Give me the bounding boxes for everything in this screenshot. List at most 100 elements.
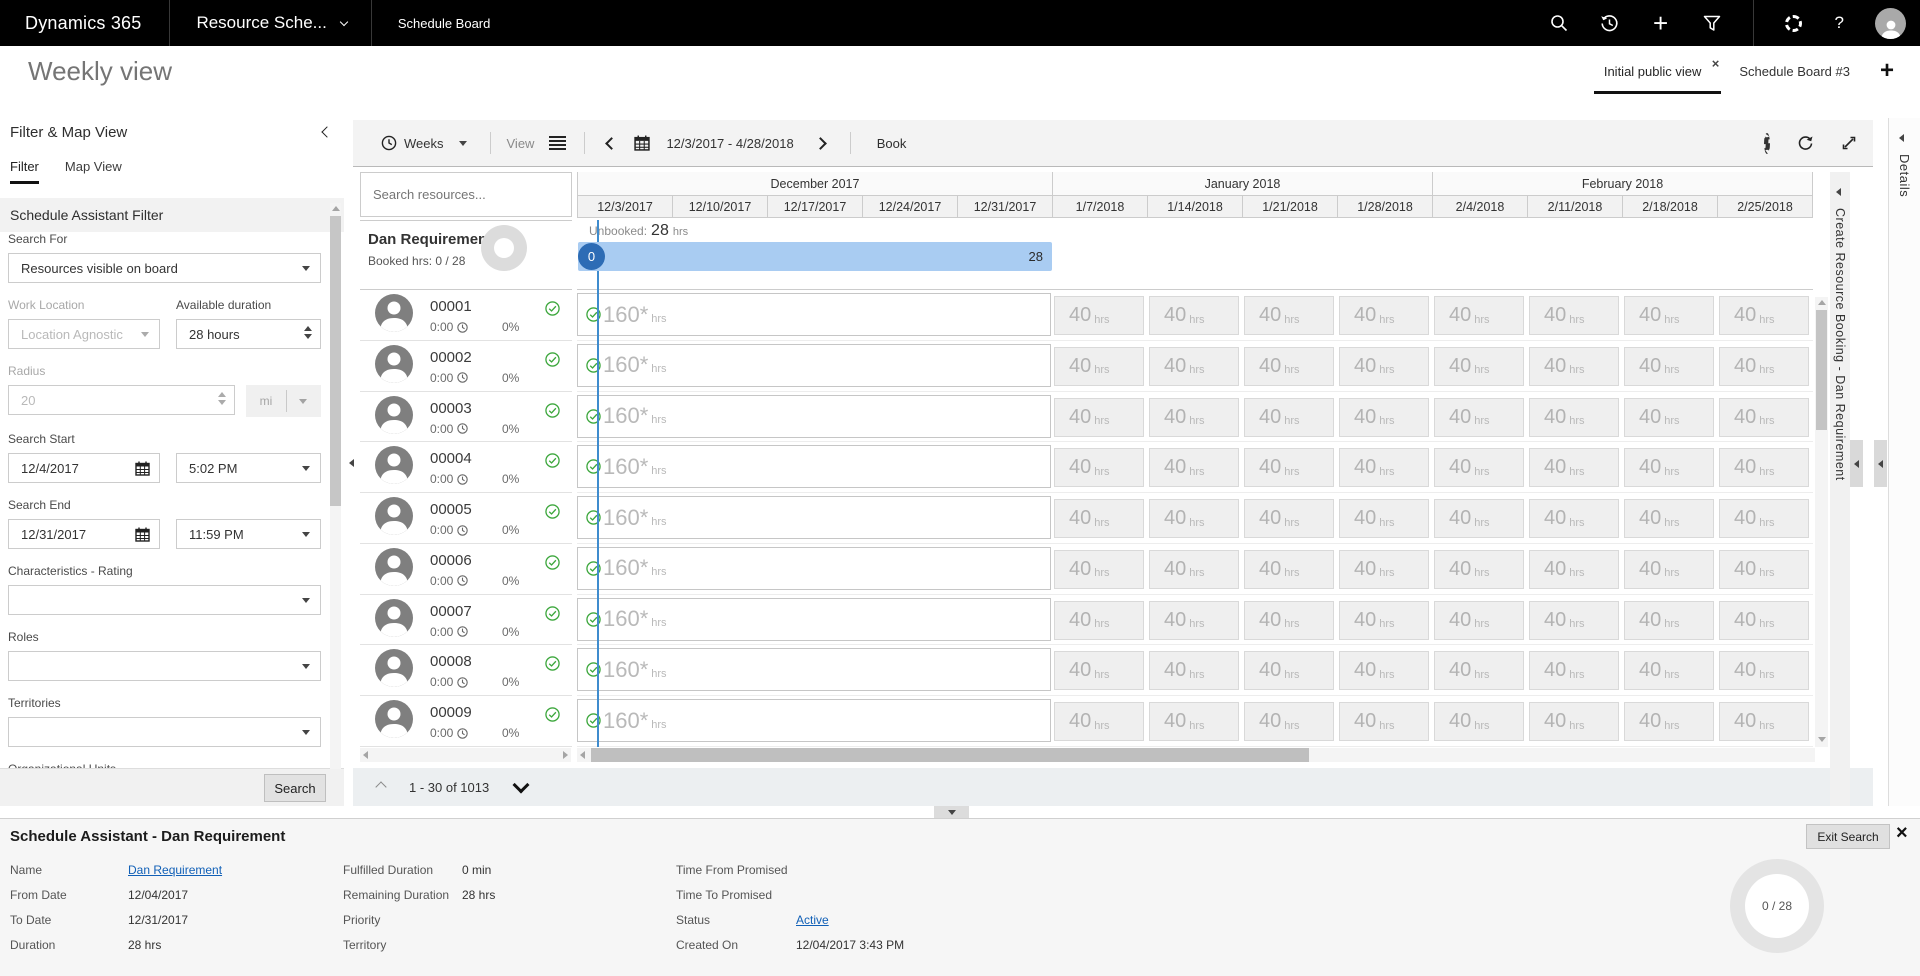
week-availability-cell[interactable]: 40hrs [1244,550,1334,589]
filter-funnel-icon[interactable] [1702,13,1722,33]
week-availability-cell[interactable]: 40hrs [1624,347,1714,386]
week-availability-cell[interactable]: 40hrs [1149,398,1239,437]
resource-row[interactable]: 000050:000% [360,493,572,544]
week-availability-cell[interactable]: 40hrs [1244,347,1334,386]
tab-map-view[interactable]: Map View [65,159,122,184]
next-range-icon[interactable] [814,137,827,150]
grid-horizontal-scrollbar[interactable] [577,748,1815,762]
available-duration-stepper[interactable]: 28 hours [176,319,321,349]
scale-select-label[interactable]: Weeks [404,136,444,151]
scrollbar-thumb[interactable] [330,216,341,506]
merged-availability-cell[interactable]: 160*hrs [577,496,1051,539]
resource-horizontal-scrollbar[interactable] [360,748,571,762]
week-header-cell[interactable]: 1/7/2018 [1053,196,1148,217]
week-availability-cell[interactable]: 40hrs [1244,601,1334,640]
board-settings-gear-icon[interactable] [1764,136,1770,151]
week-availability-cell[interactable]: 40hrs [1434,702,1524,741]
week-header-cell[interactable]: 12/10/2017 [673,196,768,217]
search-start-time-select[interactable]: 5:02 PM [176,453,321,483]
week-availability-cell[interactable]: 40hrs [1434,651,1524,690]
week-availability-cell[interactable]: 40hrs [1244,499,1334,538]
merged-availability-cell[interactable]: 160*hrs [577,598,1051,641]
tab-initial-public-view[interactable]: Initial public view × [1594,58,1722,94]
resource-row[interactable]: 000080:000% [360,645,572,696]
week-availability-cell[interactable]: 40hrs [1624,702,1714,741]
week-availability-cell[interactable]: 40hrs [1054,499,1144,538]
merged-availability-cell[interactable]: 160*hrs [577,699,1051,742]
collapse-up-icon[interactable] [375,781,386,792]
week-header-cell[interactable]: 12/3/2017 [578,196,673,217]
collapse-left-icon[interactable] [349,459,354,467]
week-availability-cell[interactable]: 40hrs [1339,398,1429,437]
week-availability-cell[interactable]: 40hrs [1339,601,1429,640]
week-availability-cell[interactable]: 40hrs [1529,296,1619,335]
roles-select[interactable] [8,651,321,681]
week-availability-cell[interactable]: 40hrs [1624,296,1714,335]
calendar-icon[interactable] [135,461,150,476]
list-view-icon[interactable] [549,136,566,150]
date-range-label[interactable]: 12/3/2017 - 4/28/2018 [666,136,793,151]
add-icon[interactable]: + [1651,13,1671,33]
resource-row[interactable]: 000010:000% [360,290,572,341]
resource-row[interactable]: 000070:000% [360,595,572,646]
week-availability-cell[interactable]: 40hrs [1054,296,1144,335]
search-button[interactable]: Search [264,774,326,802]
week-availability-cell[interactable]: 40hrs [1434,448,1524,487]
expand-left-icon[interactable] [1899,134,1904,142]
week-header-cell[interactable]: 2/18/2018 [1623,196,1718,217]
week-availability-cell[interactable]: 40hrs [1339,550,1429,589]
scroll-up-icon[interactable] [1818,300,1826,305]
week-header-cell[interactable]: 1/14/2018 [1148,196,1243,217]
user-avatar[interactable] [1875,8,1906,39]
week-availability-cell[interactable]: 40hrs [1054,702,1144,741]
week-availability-cell[interactable]: 40hrs [1719,296,1809,335]
week-availability-cell[interactable]: 40hrs [1149,651,1239,690]
rail-splitter-notch[interactable] [1874,440,1887,487]
week-availability-cell[interactable]: 40hrs [1434,550,1524,589]
tab-filter[interactable]: Filter [10,159,39,184]
week-availability-cell[interactable]: 40hrs [1244,651,1334,690]
week-availability-cell[interactable]: 40hrs [1149,550,1239,589]
week-availability-cell[interactable]: 40hrs [1244,398,1334,437]
week-availability-cell[interactable]: 40hrs [1434,499,1524,538]
week-availability-cell[interactable]: 40hrs [1434,398,1524,437]
panel-collapse-handle[interactable] [934,806,969,818]
week-availability-cell[interactable]: 40hrs [1624,448,1714,487]
week-header-cell[interactable]: 1/21/2018 [1243,196,1338,217]
week-availability-cell[interactable]: 40hrs [1719,550,1809,589]
week-availability-cell[interactable]: 40hrs [1719,347,1809,386]
week-availability-cell[interactable]: 40hrs [1624,601,1714,640]
rail-splitter-notch[interactable] [1850,440,1863,487]
week-header-cell[interactable]: 12/31/2017 [958,196,1053,217]
scrollbar-thumb[interactable] [1816,310,1827,430]
week-availability-cell[interactable]: 40hrs [1054,651,1144,690]
scroll-left-icon[interactable] [363,751,368,759]
week-header-cell[interactable]: 2/4/2018 [1433,196,1528,217]
territories-select[interactable] [8,717,321,747]
grid-vertical-scrollbar[interactable] [1815,297,1828,747]
week-header-cell[interactable]: 2/11/2018 [1528,196,1623,217]
scroll-left-icon[interactable] [580,751,585,759]
resource-row[interactable]: 000040:000% [360,442,572,493]
help-icon[interactable]: ? [1835,13,1844,33]
week-availability-cell[interactable]: 40hrs [1719,398,1809,437]
week-availability-cell[interactable]: 40hrs [1529,702,1619,741]
expand-fullscreen-icon[interactable] [1841,135,1857,151]
week-availability-cell[interactable]: 40hrs [1339,448,1429,487]
filter-panel-scrollbar[interactable] [330,203,341,769]
week-header-cell[interactable]: 12/24/2017 [863,196,958,217]
create-booking-rail[interactable]: Create Resource Booking - Dan Requiremen… [1830,172,1850,806]
merged-availability-cell[interactable]: 160*hrs [577,344,1051,387]
app-switcher[interactable]: Resource Sche... [196,13,346,33]
week-availability-cell[interactable]: 40hrs [1149,347,1239,386]
merged-availability-cell[interactable]: 160*hrs [577,648,1051,691]
week-availability-cell[interactable]: 40hrs [1244,702,1334,741]
week-availability-cell[interactable]: 40hrs [1434,601,1524,640]
merged-availability-cell[interactable]: 160*hrs [577,293,1051,336]
week-availability-cell[interactable]: 40hrs [1529,499,1619,538]
week-availability-cell[interactable]: 40hrs [1529,601,1619,640]
week-availability-cell[interactable]: 40hrs [1624,651,1714,690]
week-availability-cell[interactable]: 40hrs [1434,296,1524,335]
week-availability-cell[interactable]: 40hrs [1719,499,1809,538]
week-availability-cell[interactable]: 40hrs [1149,296,1239,335]
